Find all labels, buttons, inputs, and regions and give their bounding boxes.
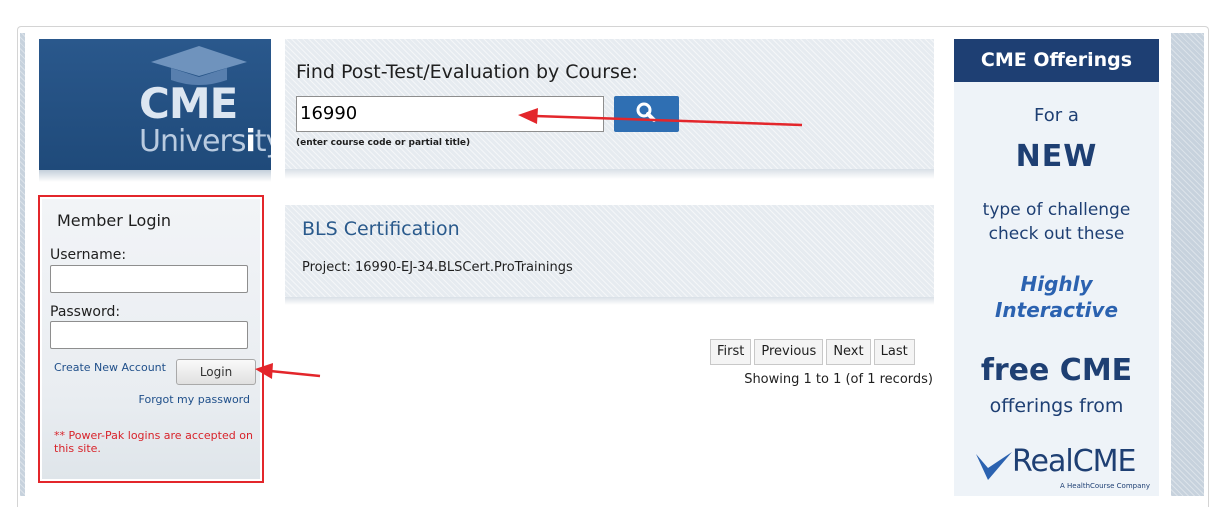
result-panel-shadow bbox=[285, 297, 934, 305]
ad-line-free-cme: free CME bbox=[980, 353, 1133, 388]
logo-shadow bbox=[39, 170, 271, 182]
ad-line-offerings-from: offerings from bbox=[989, 395, 1124, 417]
cme-university-logo[interactable]: CME University bbox=[39, 39, 271, 170]
find-title: Find Post-Test/Evaluation by Course: bbox=[296, 61, 639, 83]
ad-line-highly-interactive: Highly Interactive bbox=[994, 272, 1119, 322]
find-hint: (enter course code or partial title) bbox=[296, 138, 471, 148]
result-panel: BLS Certification Project: 16990-EJ-34.B… bbox=[285, 205, 934, 297]
powerpak-note: ** Power-Pak logins are accepted on this… bbox=[54, 429, 253, 455]
ad-header: CME Offerings bbox=[954, 39, 1159, 82]
logo-cme-text: CME bbox=[139, 79, 238, 128]
result-title[interactable]: BLS Certification bbox=[302, 218, 460, 240]
left-decor-stripe bbox=[20, 33, 25, 496]
password-input[interactable] bbox=[50, 321, 248, 349]
create-account-link[interactable]: Create New Account bbox=[54, 361, 166, 374]
first-page-button[interactable]: First bbox=[710, 339, 752, 365]
cme-offerings-ad[interactable]: CME Offerings For a NEW type of challeng… bbox=[954, 39, 1159, 496]
pagination: First Previous Next Last bbox=[710, 339, 915, 365]
course-search-input[interactable]: 16990 bbox=[296, 96, 604, 132]
forgot-password-link[interactable]: Forgot my password bbox=[139, 393, 250, 406]
last-page-button[interactable]: Last bbox=[873, 339, 915, 365]
search-button[interactable] bbox=[614, 96, 679, 132]
login-title: Member Login bbox=[57, 211, 172, 230]
brand-subtitle: A HealthCourse Company bbox=[1060, 482, 1150, 490]
realcme-logo: RealCME A HealthCourse Company bbox=[972, 444, 1150, 494]
brand-cme: CME bbox=[1072, 444, 1137, 479]
find-course-panel: Find Post-Test/Evaluation by Course: 169… bbox=[285, 39, 934, 169]
previous-page-button[interactable]: Previous bbox=[754, 339, 824, 365]
checkmark-icon bbox=[976, 452, 1012, 480]
find-panel-shadow bbox=[285, 169, 934, 179]
logo-university-text: University bbox=[139, 124, 271, 159]
username-label: Username: bbox=[50, 247, 127, 263]
records-count: Showing 1 to 1 (of 1 records) bbox=[744, 372, 933, 387]
right-decor-stripe bbox=[1171, 33, 1204, 496]
search-icon bbox=[636, 102, 656, 122]
login-button[interactable]: Login bbox=[176, 359, 256, 385]
ad-line-new: NEW bbox=[1015, 139, 1098, 174]
ad-line-for-a: For a bbox=[1034, 105, 1079, 126]
username-input[interactable] bbox=[50, 265, 248, 293]
member-login-panel: Member Login Username: Password: Create … bbox=[38, 195, 264, 483]
result-project: Project: 16990-EJ-34.BLSCert.ProTraining… bbox=[302, 260, 573, 275]
ad-line-challenge: type of challenge check out these bbox=[982, 200, 1131, 244]
next-page-button[interactable]: Next bbox=[826, 339, 871, 365]
password-label: Password: bbox=[50, 304, 121, 320]
brand-real: Real bbox=[1012, 444, 1074, 479]
